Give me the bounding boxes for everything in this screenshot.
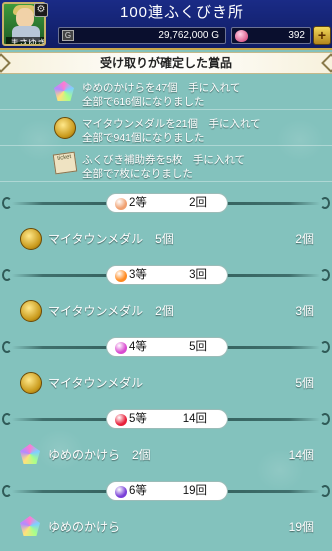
- rank-header: 3等 3回: [0, 264, 332, 286]
- prize-total: 14個: [288, 448, 314, 462]
- prize-total: 2個: [295, 232, 314, 246]
- divider-ornament-right: [320, 269, 330, 281]
- prize-total: 3個: [295, 304, 314, 318]
- settings-icon[interactable]: ⚙: [34, 3, 48, 17]
- rank-header: 2等 2回: [0, 192, 332, 214]
- rank-label: 6等: [129, 485, 147, 497]
- rank-pill: 2等 2回: [106, 193, 228, 213]
- rank-pill: 5等 14回: [106, 409, 228, 429]
- confirmed-item-line2: 全部で616個になりました: [82, 96, 205, 108]
- divider-ornament-left: [2, 197, 12, 209]
- crystal-icon: [20, 516, 40, 536]
- rank-label: 2等: [129, 197, 147, 209]
- medal-icon: [20, 228, 42, 250]
- rank-count: 3回: [189, 269, 207, 281]
- confirmed-item-line1: ゆめのかけらを47個 手に入れて: [82, 82, 241, 94]
- confirmed-item: ticket ふくびき補助券を5枚 手に入れて 全部で7枚になりました: [0, 148, 332, 182]
- rank-count: 5回: [189, 341, 207, 353]
- avatar-face: [16, 8, 34, 28]
- gold-display: G 29,762,000 G: [58, 27, 226, 44]
- confirmed-item: ゆめのかけらを47個 手に入れて 全部で616個になりました: [0, 76, 332, 110]
- gem-icon: [235, 30, 248, 42]
- rank-label: 5等: [129, 413, 147, 425]
- confirmed-item-line2: 全部で941個になりました: [82, 132, 205, 144]
- player-name: まさゆき: [6, 37, 44, 44]
- orb-icon: [115, 414, 127, 426]
- rank-label: 4等: [129, 341, 147, 353]
- medal-icon: [54, 117, 76, 139]
- prize-name: ゆめのかけら 2個: [48, 448, 151, 462]
- rank-pill: 4等 5回: [106, 337, 228, 357]
- prize-row: マイタウンメダル 2個 3個: [0, 296, 332, 326]
- crystal-icon: [20, 444, 40, 464]
- prize-total: 19個: [288, 520, 314, 534]
- prize-row: ゆめのかけら 2個 14個: [0, 440, 332, 470]
- divider-ornament-right: [320, 413, 330, 425]
- medal-icon: [20, 300, 42, 322]
- orb-icon: [115, 486, 127, 498]
- section-title: 受け取りが確定した賞品: [99, 56, 232, 70]
- divider-ornament-left: [2, 413, 12, 425]
- prize-name: マイタウンメダル 5個: [48, 232, 174, 246]
- prize-name: マイタウンメダル 2個: [48, 304, 174, 318]
- confirmed-item-line2: 全部で7枚になりました: [82, 168, 193, 180]
- confirmed-item-line1: ふくびき補助券を5枚 手に入れて: [82, 154, 246, 166]
- rank-count: 14回: [182, 413, 207, 425]
- divider-ornament-left: [2, 485, 12, 497]
- orb-icon: [115, 270, 127, 282]
- prize-total: 5個: [295, 376, 314, 390]
- add-gems-button[interactable]: +: [313, 26, 331, 45]
- orb-icon: [115, 198, 127, 210]
- orb-icon: [115, 342, 127, 354]
- rank-pill: 6等 19回: [106, 481, 228, 501]
- medal-icon: [20, 372, 42, 394]
- section-banner: 受け取りが確定した賞品: [0, 52, 332, 74]
- rank-header: 5等 14回: [0, 408, 332, 430]
- rank-label: 3等: [129, 269, 147, 281]
- header-bar: まさゆき ⚙ 100連ふくびき所 G 29,762,000 G 392 +: [0, 0, 332, 48]
- gem-value: 392: [288, 30, 305, 41]
- rank-pill: 3等 3回: [106, 265, 228, 285]
- prize-name: マイタウンメダル: [48, 376, 144, 390]
- prize-name: ゆめのかけら: [48, 520, 121, 534]
- divider-ornament-left: [2, 269, 12, 281]
- results-panel[interactable]: 受け取りが確定した賞品 ゆめのかけらを47個 手に入れて 全部で616個になりま…: [0, 48, 332, 551]
- rank-header: 4等 5回: [0, 336, 332, 358]
- prize-row: ゆめのかけら 19個: [0, 512, 332, 542]
- divider-ornament-right: [320, 341, 330, 353]
- rank-count: 19回: [182, 485, 207, 497]
- prize-row: マイタウンメダル 5個 2個: [0, 224, 332, 254]
- gold-icon: G: [62, 30, 74, 41]
- divider-ornament-right: [320, 485, 330, 497]
- page-title: 100連ふくびき所: [119, 4, 245, 21]
- ticket-icon: ticket: [52, 151, 78, 175]
- crystal-icon: [54, 81, 74, 101]
- rank-count: 2回: [189, 197, 207, 209]
- gem-display: 392: [231, 27, 311, 44]
- confirmed-item-line1: マイタウンメダルを21個 手に入れて: [82, 118, 261, 130]
- prize-row: マイタウンメダル 5個: [0, 368, 332, 398]
- rank-header: 6等 19回: [0, 480, 332, 502]
- divider-ornament-right: [320, 197, 330, 209]
- divider-ornament-left: [2, 341, 12, 353]
- gold-value: 29,762,000 G: [158, 30, 219, 41]
- confirmed-item: マイタウンメダルを21個 手に入れて 全部で941個になりました: [0, 112, 332, 146]
